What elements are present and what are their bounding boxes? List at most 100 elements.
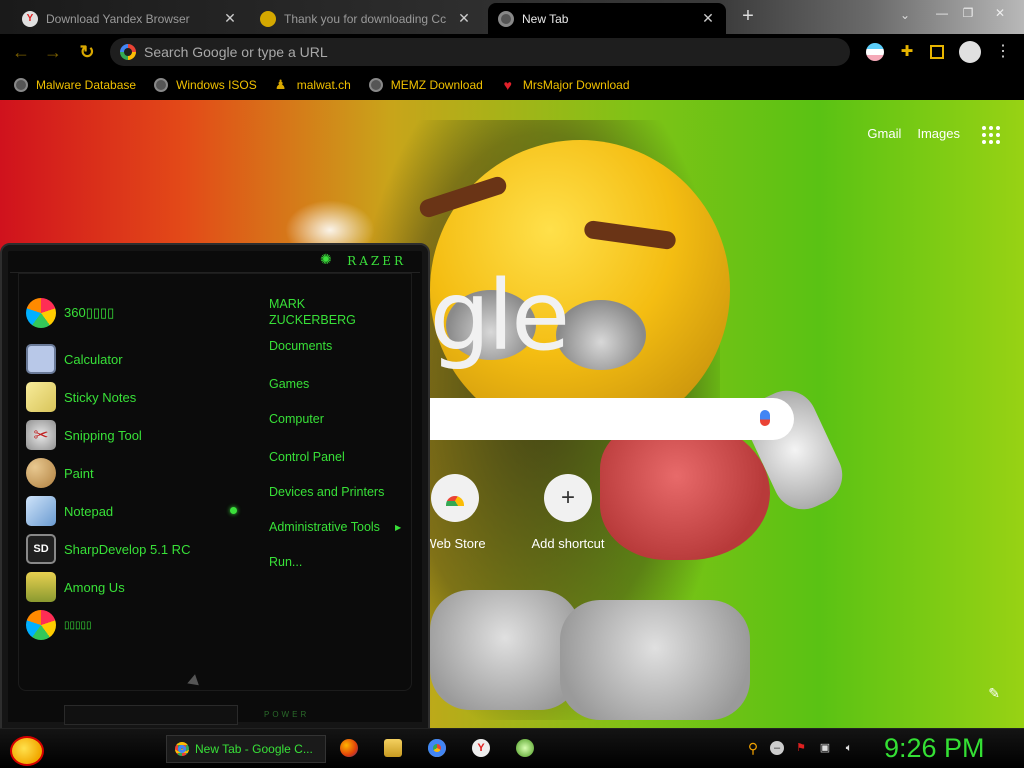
yandex-icon[interactable]: Y	[472, 739, 490, 757]
emoji-shoe	[430, 590, 580, 710]
notepad-icon	[26, 496, 56, 526]
ntp-links: Gmail Images	[867, 126, 960, 141]
file-explorer-icon[interactable]	[384, 739, 402, 757]
address-input[interactable]	[144, 44, 744, 60]
close-icon[interactable]: ✕	[456, 10, 472, 27]
gmail-link[interactable]: Gmail	[867, 126, 901, 141]
program-snipping-tool[interactable]: ✂ Snipping Tool	[26, 419, 142, 451]
chevron-down-icon[interactable]: ⌄	[900, 8, 910, 22]
bookmark-memz-download[interactable]: MEMZ Download	[368, 78, 483, 92]
forward-icon[interactable]: →	[42, 41, 64, 63]
globe-icon	[14, 78, 28, 92]
program-label: Among Us	[64, 579, 125, 595]
google-icon	[120, 44, 136, 60]
place-run[interactable]: Run...	[269, 555, 302, 569]
microphone-icon[interactable]	[760, 410, 770, 426]
emoji-tongue	[600, 420, 770, 560]
start-menu-header: ✺ RAZER	[10, 249, 420, 273]
close-icon[interactable]: ✕	[700, 10, 716, 27]
shortcut-label: Add shortcut	[531, 536, 605, 551]
bookmark-label: MEMZ Download	[390, 78, 483, 92]
new-program-indicator	[230, 507, 237, 514]
bookmark-label: MrsMajor Download	[522, 78, 630, 92]
action-center-flag-icon[interactable]: ⚑	[794, 741, 808, 755]
network-icon[interactable]: ▣	[818, 741, 832, 755]
program-sharpdevelop[interactable]: SD SharpDevelop 5.1 RC	[26, 533, 190, 565]
images-link[interactable]: Images	[917, 126, 960, 141]
profile-avatar[interactable]	[959, 41, 981, 63]
webstore-icon	[431, 474, 479, 522]
place-control-panel[interactable]: Control Panel	[269, 450, 345, 464]
taskbar-clock[interactable]: 9:26 PM	[884, 733, 985, 764]
place-user[interactable]: MARK ZUCKERBERG	[269, 296, 389, 328]
razer-logo-icon: ✺	[320, 251, 332, 267]
place-administrative-tools[interactable]: Administrative Tools	[269, 520, 380, 534]
chrome-icon[interactable]	[428, 739, 446, 757]
place-computer[interactable]: Computer	[269, 412, 324, 426]
bookmark-windows-isos[interactable]: Windows ISOS	[154, 78, 257, 92]
place-documents[interactable]: Documents	[269, 339, 332, 353]
minimize-icon[interactable]: —	[930, 4, 954, 22]
tab-yandex[interactable]: Y Download Yandex Browser ✕	[12, 3, 248, 34]
tab-strip: Y Download Yandex Browser ✕ Thank you fo…	[0, 0, 1024, 34]
razer-brand: RAZER	[347, 254, 406, 268]
desktop: Y Download Yandex Browser ✕ Thank you fo…	[0, 0, 1024, 768]
search-programs-box[interactable]	[64, 705, 238, 725]
bookmark-malwatch[interactable]: ♟ malwat.ch	[275, 78, 351, 93]
sticky-notes-icon	[26, 382, 56, 412]
program-label: SharpDevelop 5.1 RC	[64, 541, 191, 557]
address-bar[interactable]	[110, 38, 850, 66]
program-label: Paint	[64, 465, 94, 481]
power-button[interactable]: POWER	[254, 705, 354, 725]
pencil-icon[interactable]: ✎	[988, 685, 1000, 702]
app-icon[interactable]	[516, 739, 534, 757]
program-among-us[interactable]: Among Us	[26, 571, 125, 603]
paint-icon	[26, 458, 56, 488]
emoji-eye	[556, 300, 646, 370]
place-devices-printers[interactable]: Devices and Printers	[269, 485, 384, 499]
program-notepad[interactable]: Notepad	[26, 495, 113, 527]
place-games[interactable]: Games	[269, 377, 309, 391]
back-icon[interactable]: ←	[10, 41, 32, 63]
bookmark-malware-database[interactable]: Malware Database	[14, 78, 136, 92]
program-paint[interactable]: Paint	[26, 457, 94, 489]
minus-circle-icon[interactable]: –	[770, 741, 784, 755]
search-icon[interactable]: ⚲	[746, 741, 760, 755]
program-label: Snipping Tool	[64, 427, 142, 443]
plus-icon: +	[544, 474, 592, 522]
window-close-icon[interactable]: ✕	[988, 4, 1012, 22]
firefox-icon[interactable]	[340, 739, 358, 757]
taskbar-chrome-window[interactable]: New Tab - Google C...	[166, 735, 326, 763]
bookmarks-bar: Malware Database Windows ISOS ♟ malwat.c…	[0, 70, 1024, 100]
restore-icon[interactable]: ❐	[956, 4, 980, 22]
menu-icon[interactable]: ⋮	[994, 43, 1012, 61]
calculator-icon	[26, 344, 56, 374]
program-360[interactable]: 360▯▯▯▯	[26, 297, 114, 329]
apps-grid-icon[interactable]	[982, 126, 1000, 144]
yandex-icon: Y	[22, 10, 38, 27]
program-label: Sticky Notes	[64, 389, 137, 405]
volume-icon[interactable]: 🔈︎	[842, 741, 856, 755]
extensions-icon[interactable]: ✚	[898, 43, 916, 61]
program-sticky-notes[interactable]: Sticky Notes	[26, 381, 136, 413]
reload-icon[interactable]: ↻	[76, 41, 98, 63]
flag-extension-icon[interactable]	[866, 43, 884, 61]
program-calculator[interactable]: Calculator	[26, 343, 123, 375]
bookmark-mrsmajor-download[interactable]: ♥ MrsMajor Download	[501, 78, 630, 92]
shortcut-add[interactable]: + Add shortcut	[518, 474, 618, 551]
program-360-browser[interactable]: ▯▯▯▯▯	[26, 609, 245, 641]
tab-cc[interactable]: Thank you for downloading Cc ✕	[250, 3, 482, 34]
program-label: Notepad	[64, 503, 114, 519]
scissors-icon: ✂	[26, 420, 56, 450]
close-icon[interactable]: ✕	[222, 10, 238, 27]
tab-new-tab[interactable]: New Tab ✕	[488, 3, 726, 34]
chrome-icon	[175, 742, 189, 756]
side-panel-icon[interactable]	[930, 45, 944, 59]
chevron-right-icon: ▶	[395, 523, 402, 532]
program-label: ▯▯▯▯▯	[64, 619, 92, 631]
chrome-icon	[498, 10, 514, 27]
emoji-shoe	[560, 600, 750, 720]
start-button[interactable]	[10, 736, 44, 766]
new-tab-button[interactable]: +	[738, 6, 758, 26]
browser-toolbar: ← → ↻ ✚ ⋮	[0, 34, 1024, 70]
